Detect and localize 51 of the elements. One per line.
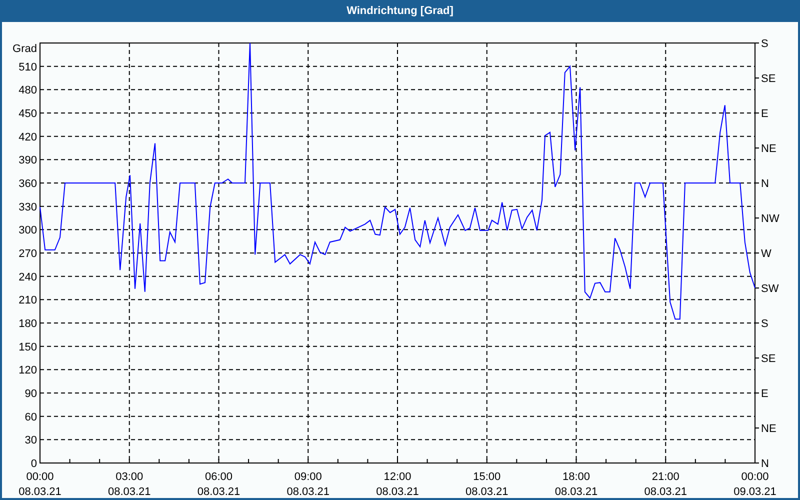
y-tick-label: 240 <box>18 271 37 284</box>
x-tick-label: 21:00 <box>652 471 680 483</box>
date-label: 08.03.21 <box>376 486 419 498</box>
date-label: 08.03.21 <box>18 486 62 498</box>
window-title: Windrichtung [Grad] <box>346 5 454 17</box>
compass-label: N <box>761 458 769 470</box>
y-tick-label: 450 <box>18 108 37 120</box>
y-tick-label: 210 <box>18 294 37 307</box>
x-tick-label: 00:00 <box>741 471 769 483</box>
compass-label: NE <box>761 143 776 155</box>
compass-label: N <box>761 178 769 190</box>
compass-label: SE <box>761 353 776 365</box>
compass-label: S <box>761 38 768 50</box>
y-tick-label: 300 <box>18 224 37 237</box>
date-label: 08.03.21 <box>554 486 598 498</box>
y-tick-label: 120 <box>18 364 37 377</box>
compass-label: SE <box>761 73 776 85</box>
x-tick-label: 18:00 <box>562 471 590 483</box>
y-tick-label: 0 <box>30 458 37 470</box>
y-tick-label: 360 <box>18 178 37 190</box>
y-tick-label: 60 <box>24 411 37 424</box>
y-tick-label: 510 <box>18 61 37 74</box>
compass-label: NE <box>761 423 776 435</box>
x-tick-label: 15:00 <box>473 471 501 483</box>
compass-label: E <box>761 388 768 400</box>
date-label: 08.03.21 <box>286 486 330 498</box>
x-tick-label: 06:00 <box>204 471 233 483</box>
y-tick-label: 180 <box>18 318 37 330</box>
y-tick-label: 90 <box>24 388 37 400</box>
date-label: 08.03.21 <box>197 486 240 498</box>
y-tick-label: 150 <box>18 341 37 354</box>
y-tick-label: 270 <box>18 248 37 260</box>
y-tick-label: 480 <box>18 84 37 97</box>
y-tick-label: 330 <box>18 201 37 214</box>
date-label: 09.03.21 <box>734 486 776 498</box>
x-tick-label: 00:00 <box>26 471 54 483</box>
date-label: 08.03.21 <box>108 486 151 498</box>
date-label: 08.03.21 <box>644 486 688 498</box>
x-tick-label: 03:00 <box>116 471 144 483</box>
x-tick-label: 12:00 <box>384 471 412 483</box>
y-tick-label: 390 <box>18 154 37 167</box>
date-label: 08.03.21 <box>465 486 508 498</box>
compass-label: S <box>761 318 768 330</box>
y-axis-label: Grad <box>12 43 37 55</box>
compass-label: NW <box>761 213 780 225</box>
y-tick-label: 420 <box>18 131 37 144</box>
compass-label: E <box>761 108 768 120</box>
compass-label: SW <box>761 283 779 295</box>
compass-label: W <box>761 248 772 260</box>
y-tick-label: 30 <box>24 434 37 447</box>
x-tick-label: 09:00 <box>294 471 322 483</box>
